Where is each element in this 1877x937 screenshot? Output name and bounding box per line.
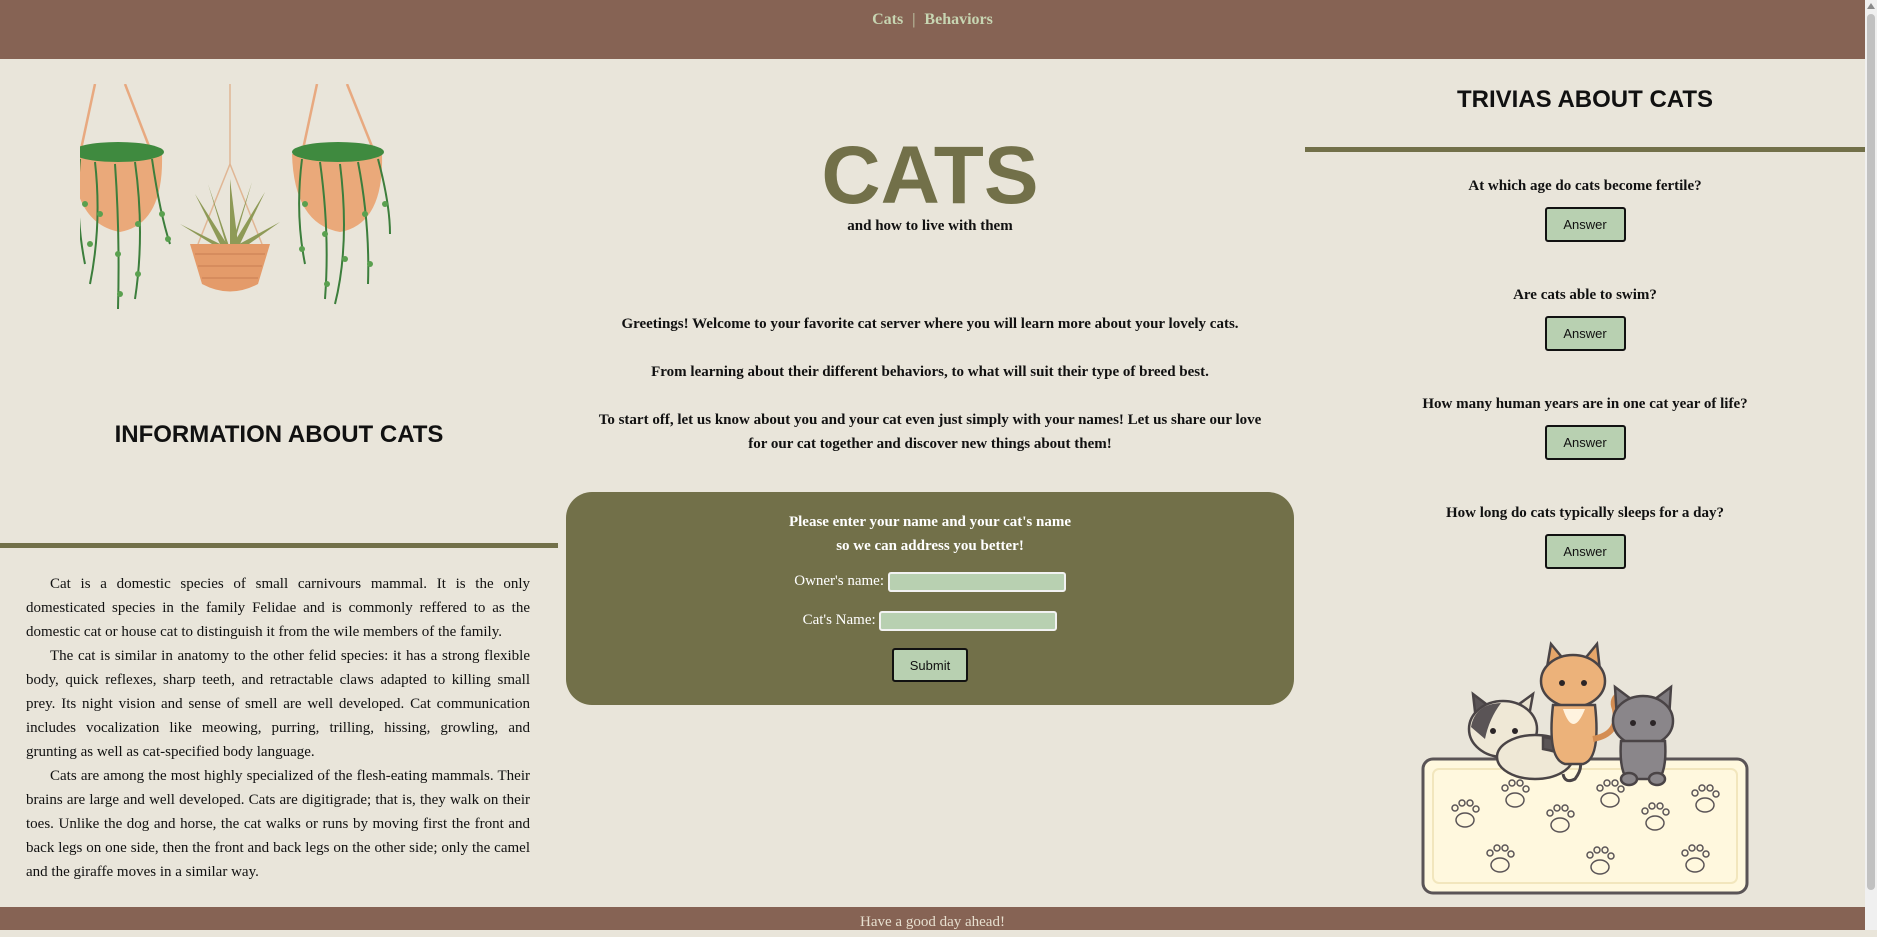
footer-bar: Have a good day ahead! [0,907,1865,930]
trivia-heading: TRIVIAS ABOUT CATS [1457,86,1713,113]
page-title: CATS [821,130,1039,221]
info-paragraph: Cat is a domestic species of small carni… [26,576,530,640]
answer-button[interactable]: Answer [1544,534,1626,569]
scroll-up-arrow-icon[interactable] [1867,3,1875,9]
footer-text: Have a good day ahead! [860,914,1005,930]
info-paragraph: The cat is similar in anatomy to the oth… [26,648,530,760]
answer-button[interactable]: Answer [1544,207,1626,242]
cat-row: Cat's Name: [566,609,1294,631]
trivia-question: How many human years are in one cat year… [1422,396,1748,412]
trivia-item: At which age do cats become fertile? Ans… [1305,178,1865,242]
submit-button[interactable]: Submit [892,648,968,682]
info-paragraph: Cats are among the most highly specializ… [26,768,530,880]
nav-link-cats[interactable]: Cats [872,11,903,28]
form-prompt-line: Please enter your name and your cat's na… [788,514,1072,530]
form-prompt: Please enter your name and your cat's na… [566,510,1294,558]
answer-button[interactable]: Answer [1544,316,1626,351]
info-heading: INFORMATION ABOUT CATS [114,421,444,448]
cats-on-rug-illustration [1421,640,1749,895]
name-form: Please enter your name and your cat's na… [566,492,1294,705]
top-nav-bar: Cats | Behaviors [0,0,1865,59]
trivia-item: How many human years are in one cat year… [1305,396,1865,460]
info-text: Cat is a domestic species of small carni… [26,572,530,884]
owner-name-input[interactable] [887,571,1066,592]
owner-row: Owner's name: [566,570,1294,592]
page-scrollbar[interactable] [1865,0,1877,930]
page-tagline: and how to live with them [847,218,1013,234]
trivia-divider [1305,147,1865,152]
trivia-item: Are cats able to swim? Answer [1305,287,1865,351]
intro-text: Greetings! Welcome to your favorite cat … [596,312,1264,480]
nav-separator: | [912,11,916,28]
trivia-question: How long do cats typically sleeps for a … [1445,505,1725,521]
intro-paragraph: From learning about their different beha… [651,364,1209,380]
info-divider [0,543,558,548]
nav-link-behaviors[interactable]: Behaviors [924,11,992,28]
answer-button[interactable]: Answer [1544,425,1626,460]
intro-paragraph: To start off, let us know about you and … [598,412,1262,452]
cat-label: Cat's Name: [802,612,876,628]
owner-label: Owner's name: [794,573,884,589]
trivia-item: How long do cats typically sleeps for a … [1305,505,1865,569]
scrollbar-thumb[interactable] [1867,14,1875,890]
nav-links: Cats | Behaviors [0,0,1865,29]
cat-name-input[interactable] [879,610,1058,631]
intro-paragraph: Greetings! Welcome to your favorite cat … [621,316,1239,332]
hanging-plants-illustration [80,84,391,310]
form-prompt-line: so we can address you better! [836,538,1024,554]
trivia-question: Are cats able to swim? [1513,287,1657,303]
trivia-question: At which age do cats become fertile? [1468,178,1702,194]
